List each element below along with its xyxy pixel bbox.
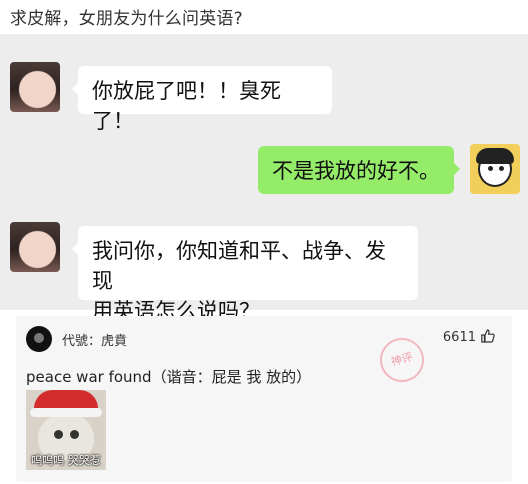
chat-area: 你放屁了吧！！臭死了！ 不是我放的好不。 我问你，你知道和平、战争、发现 用英语… — [0, 34, 528, 323]
chat-bubble-received-2: 我问你，你知道和平、战争、发现 用英语怎么说吗？ — [72, 226, 418, 323]
boyfriend-avatar[interactable] — [470, 144, 520, 194]
eye-icon — [488, 166, 493, 171]
thumb-up-icon[interactable] — [480, 328, 496, 344]
eye-icon — [70, 430, 79, 439]
girlfriend-avatar[interactable] — [10, 222, 60, 272]
top-comment: 代號：虎賁 6611 神评 peace war found（谐音：屁是 我 放的… — [16, 316, 512, 482]
cat-meme-image[interactable]: 呜呜呜 哭哭惹 — [26, 390, 106, 470]
chat-bubble-sent: 不是我放的好不。 — [258, 146, 460, 194]
chat-bubble-received-1: 你放屁了吧！！臭死了！ — [72, 66, 332, 133]
girlfriend-avatar[interactable] — [10, 62, 60, 112]
like-count: 6611 — [442, 330, 476, 345]
eye-icon — [54, 430, 63, 439]
meme-caption: 呜呜呜 哭哭惹 — [31, 454, 101, 467]
commenter-avatar[interactable] — [26, 326, 52, 352]
eye-icon — [499, 166, 504, 171]
stamp-text: 神评 — [389, 350, 415, 369]
comment-text: peace war found（谐音：屁是 我 放的） — [26, 368, 312, 386]
screenshot: 求皮解，女朋友为什么问英语? 你放屁了吧！！臭死了！ 不是我放的好不。 我问你，… — [0, 0, 528, 484]
hat-trim — [30, 408, 102, 417]
post-title: 求皮解，女朋友为什么问英语? — [10, 9, 243, 29]
message-text: 你放屁了吧！！臭死了！ — [92, 79, 281, 133]
stamp-icon: 神评 — [375, 333, 429, 387]
message-line-1: 我问你，你知道和平、战争、发现 — [92, 239, 386, 293]
message-text: 不是我放的好不。 — [272, 159, 440, 183]
commenter-name[interactable]: 代號：虎賁 — [62, 330, 127, 349]
hair-icon — [476, 148, 514, 164]
